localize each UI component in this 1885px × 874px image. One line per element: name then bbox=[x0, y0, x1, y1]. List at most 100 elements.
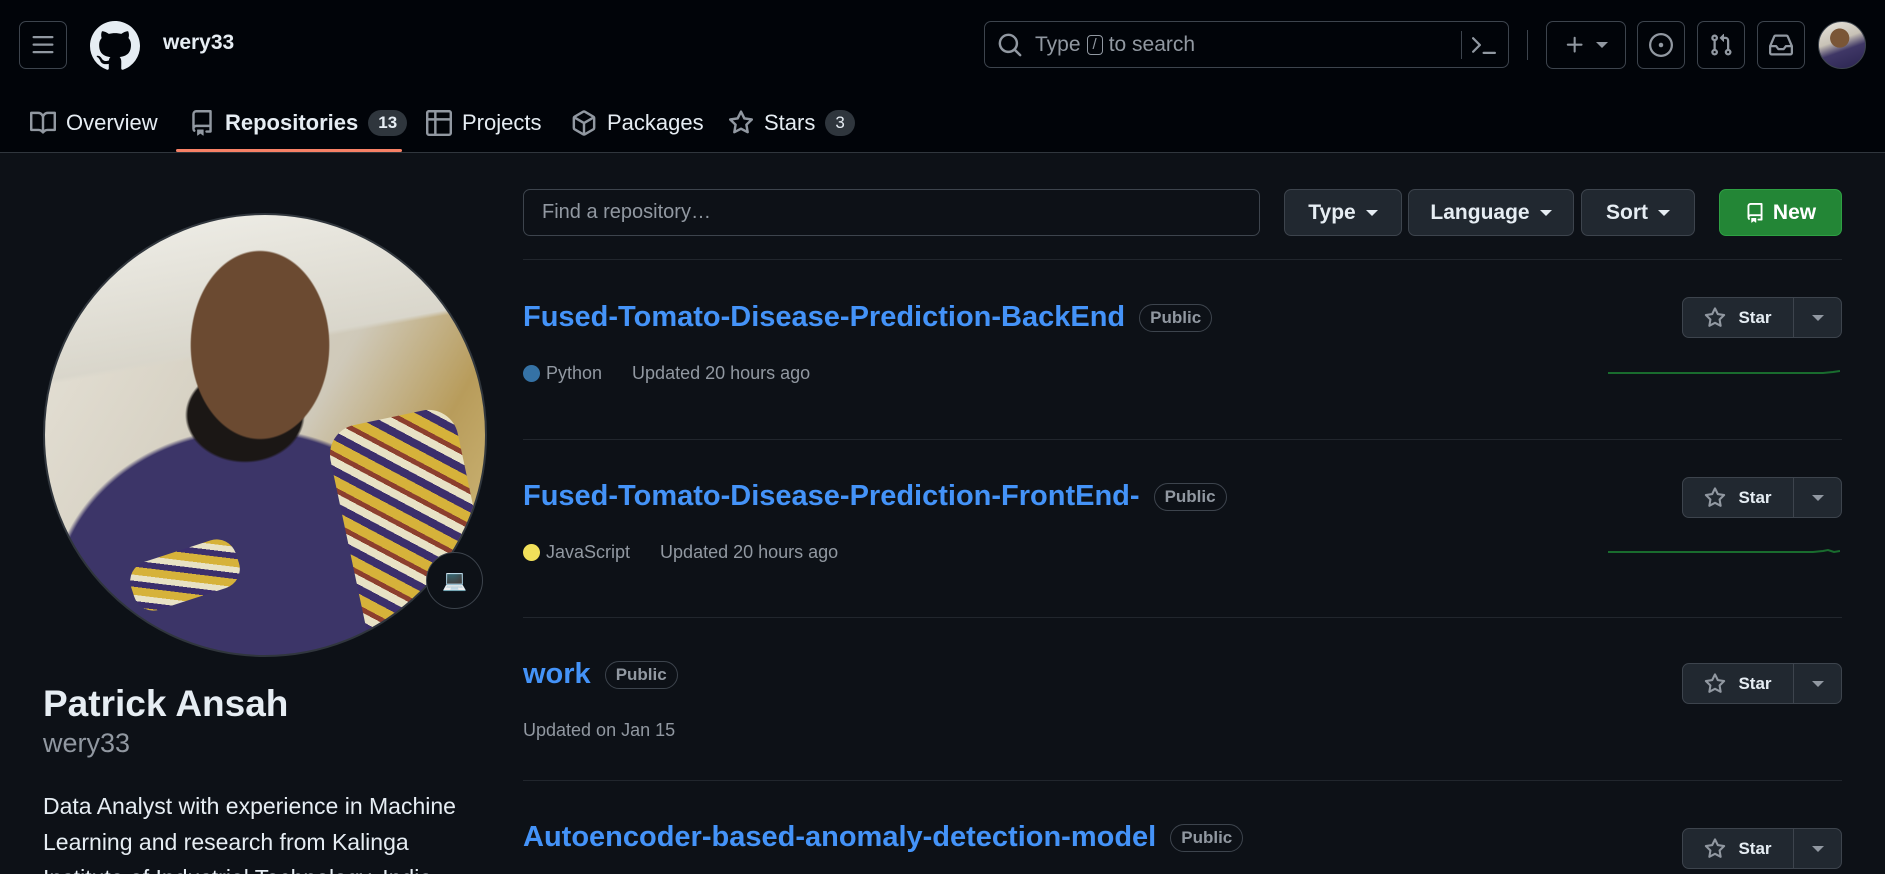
repo-name-link[interactable]: Autoencoder-based-anomaly-detection-mode… bbox=[523, 821, 1156, 854]
repo-list-item: Fused-Tomato-Disease-Prediction-FrontEnd… bbox=[523, 440, 1842, 618]
sort-button[interactable]: Sort bbox=[1581, 189, 1695, 236]
star-icon bbox=[1705, 837, 1726, 858]
star-label: Star bbox=[1738, 487, 1772, 507]
user-avatar-menu[interactable] bbox=[1818, 21, 1866, 69]
pull-requests-button[interactable] bbox=[1697, 21, 1745, 69]
create-new-button[interactable] bbox=[1546, 21, 1626, 69]
star-label: Star bbox=[1738, 838, 1772, 858]
profile-bio: Data Analyst with experience in Machine … bbox=[43, 793, 456, 874]
star-icon bbox=[1705, 672, 1726, 693]
repo-language: JavaScript bbox=[523, 542, 630, 563]
tab-stars-label: Stars bbox=[764, 109, 816, 135]
menu-button[interactable] bbox=[19, 21, 67, 69]
language-filter-label: Language bbox=[1430, 200, 1530, 224]
visibility-badge: Public bbox=[1139, 303, 1213, 332]
repo-icon bbox=[192, 109, 212, 136]
search-icon bbox=[997, 32, 1023, 58]
chevron-down-icon bbox=[1811, 680, 1824, 687]
tab-repositories-label: Repositories bbox=[225, 109, 359, 135]
profile-avatar[interactable] bbox=[43, 213, 487, 657]
global-header: wery33 Type / to search Overview Reposit… bbox=[0, 0, 1885, 153]
command-palette-button[interactable] bbox=[1461, 31, 1496, 59]
activity-sparkline bbox=[1608, 548, 1840, 554]
stars-count-badge: 3 bbox=[825, 109, 855, 136]
star-button-group: Star bbox=[1682, 297, 1842, 338]
star-list-dropdown[interactable] bbox=[1794, 664, 1841, 703]
inbox-icon bbox=[1769, 34, 1793, 56]
active-tab-indicator bbox=[176, 149, 402, 152]
repo-updated-time: Updated 20 hours ago bbox=[660, 542, 839, 562]
repo-updated-time: Updated 20 hours ago bbox=[632, 363, 811, 383]
tab-packages[interactable]: Packages bbox=[571, 92, 704, 153]
star-button[interactable]: Star bbox=[1683, 298, 1794, 337]
repo-name-link[interactable]: work bbox=[523, 658, 591, 691]
find-repository-input[interactable] bbox=[523, 189, 1260, 236]
star-button[interactable]: Star bbox=[1683, 478, 1794, 517]
tab-packages-label: Packages bbox=[607, 109, 704, 135]
repo-name-link[interactable]: Fused-Tomato-Disease-Prediction-FrontEnd… bbox=[523, 480, 1140, 513]
tab-stars[interactable]: Stars 3 bbox=[728, 92, 855, 153]
new-repository-label: New bbox=[1772, 200, 1817, 224]
chevron-down-icon bbox=[1658, 209, 1670, 216]
type-filter-button[interactable]: Type bbox=[1284, 189, 1402, 236]
terminal-icon bbox=[1472, 37, 1496, 54]
repo-list-item: Fused-Tomato-Disease-Prediction-BackEnd … bbox=[523, 260, 1842, 440]
language-name: Python bbox=[546, 363, 603, 383]
git-pull-request-icon bbox=[1711, 33, 1732, 56]
profile-fullname: Patrick Ansah bbox=[43, 683, 289, 724]
plus-icon bbox=[1566, 36, 1583, 53]
chevron-down-icon bbox=[1811, 314, 1824, 321]
new-repository-button[interactable]: New bbox=[1719, 189, 1842, 236]
language-color-dot bbox=[523, 544, 540, 561]
chevron-down-icon bbox=[1365, 209, 1378, 216]
chevron-down-icon bbox=[1596, 42, 1608, 48]
star-button-group: Star bbox=[1682, 663, 1842, 704]
search-input[interactable]: Type / to search bbox=[984, 21, 1509, 68]
language-filter-button[interactable]: Language bbox=[1408, 189, 1574, 236]
sort-label: Sort bbox=[1606, 200, 1648, 224]
repo-list-item: Autoencoder-based-anomaly-detection-mode… bbox=[523, 781, 1842, 874]
star-list-dropdown[interactable] bbox=[1794, 478, 1841, 517]
star-list-dropdown[interactable] bbox=[1794, 298, 1841, 337]
visibility-badge: Public bbox=[1170, 823, 1244, 852]
inbox-button[interactable] bbox=[1757, 21, 1805, 69]
repo-list-item: work Public Updated on Jan 15 Star bbox=[523, 618, 1842, 781]
tab-repositories[interactable]: Repositories 13 bbox=[189, 92, 408, 153]
tab-projects[interactable]: Projects bbox=[426, 92, 541, 153]
star-button[interactable]: Star bbox=[1683, 829, 1794, 868]
user-status-button[interactable]: 💻 bbox=[426, 552, 483, 609]
issues-button[interactable] bbox=[1637, 21, 1685, 69]
activity-sparkline bbox=[1608, 370, 1840, 374]
language-color-dot bbox=[523, 365, 540, 382]
search-placeholder: Type / to search bbox=[1035, 33, 1195, 57]
github-logo-icon[interactable] bbox=[90, 21, 140, 71]
star-label: Star bbox=[1738, 307, 1772, 327]
star-label: Star bbox=[1738, 673, 1772, 693]
avatar-photo-detail bbox=[324, 404, 485, 655]
avatar-photo-detail bbox=[124, 534, 246, 616]
type-filter-label: Type bbox=[1308, 200, 1356, 224]
context-owner-link[interactable]: wery33 bbox=[163, 31, 234, 55]
star-button[interactable]: Star bbox=[1683, 664, 1794, 703]
repo-language: Python bbox=[523, 363, 602, 384]
repositories-count-badge: 13 bbox=[368, 109, 408, 136]
search-placeholder-post: to search bbox=[1108, 32, 1196, 56]
chevron-down-icon bbox=[1811, 845, 1824, 852]
repo-icon bbox=[1747, 202, 1763, 223]
star-button-group: Star bbox=[1682, 828, 1842, 869]
tab-overview[interactable]: Overview bbox=[30, 92, 158, 153]
visibility-badge: Public bbox=[604, 660, 678, 689]
tab-projects-label: Projects bbox=[462, 109, 542, 135]
chevron-down-icon bbox=[1811, 494, 1824, 501]
chevron-down-icon bbox=[1539, 209, 1552, 216]
tab-overview-label: Overview bbox=[66, 109, 158, 135]
issue-opened-icon bbox=[1649, 33, 1673, 57]
laptop-emoji-icon: 💻 bbox=[442, 570, 467, 592]
hamburger-icon bbox=[32, 36, 54, 54]
profile-username: wery33 bbox=[43, 728, 131, 758]
repo-name-link[interactable]: Fused-Tomato-Disease-Prediction-BackEnd bbox=[523, 301, 1125, 334]
star-list-dropdown[interactable] bbox=[1794, 829, 1841, 868]
package-icon bbox=[572, 109, 596, 136]
table-icon bbox=[426, 109, 452, 136]
star-icon bbox=[728, 109, 754, 133]
